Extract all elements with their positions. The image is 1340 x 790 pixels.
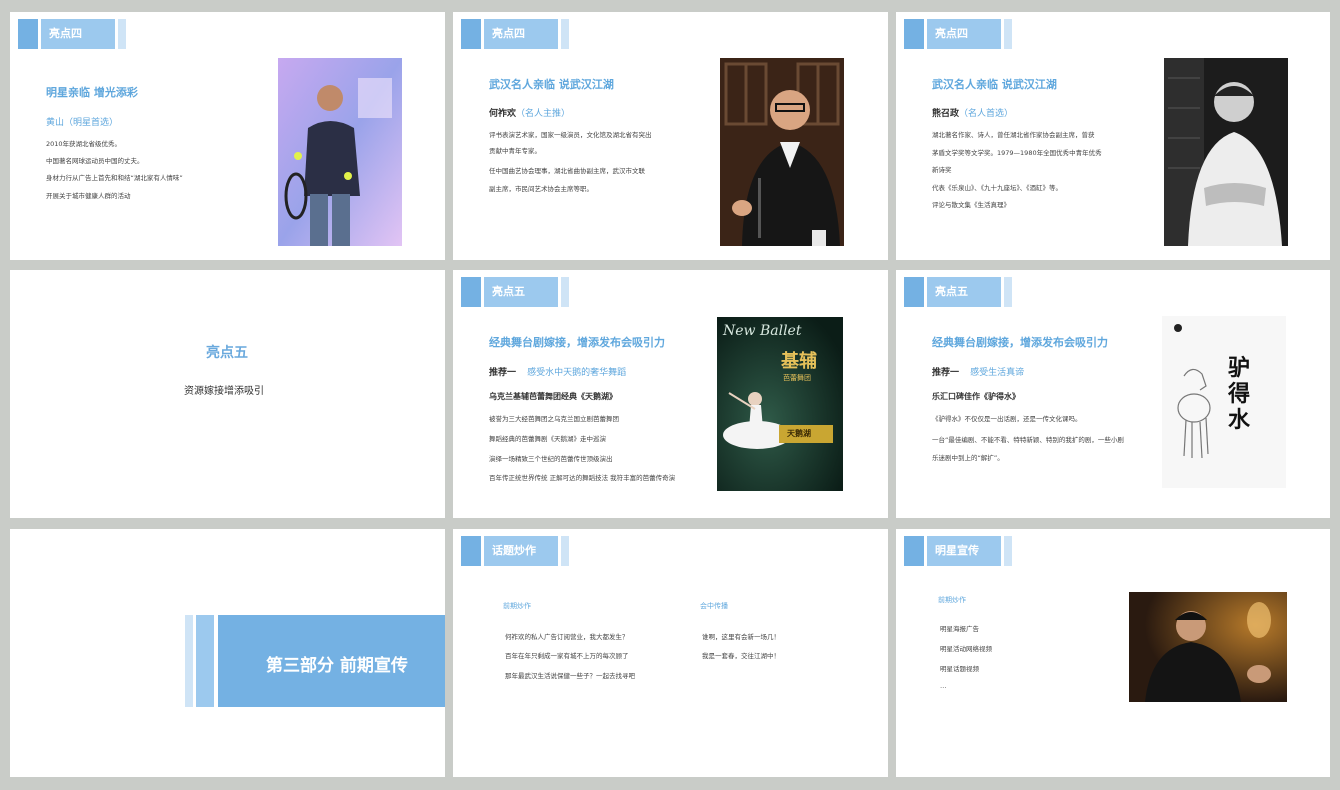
slide-5[interactable]: 亮点五 经典舞台剧嫁接，增添发布会吸引力 推荐一 感受水中天鹅的奢华舞蹈 乌克兰… (453, 270, 888, 518)
body-line: 我是一套春，交往江湖中！ (702, 652, 780, 660)
ballet-poster: New Ballet 基辅 芭蕾舞团 天鹅湖 (717, 317, 843, 491)
part-title: 第三部分 前期宣传 (266, 656, 408, 676)
body-line: 百年传正统世界传统 正解可达的舞蹈技法 我符丰富的芭蕾传奇演 (489, 474, 676, 482)
body-line: 任中国曲艺协会理事，湖北省曲协副主席，武汉市文联 (489, 167, 645, 175)
slide-4[interactable]: 亮点五 资源嫁接增添吸引 (10, 270, 445, 518)
body-line: 舞蹈经典的芭蕾舞剧《天鹅湖》走中巡演 (489, 435, 606, 443)
body-line: 评书表演艺术家，国家一级演员，文化馆及湖北省有突出 (489, 131, 652, 139)
body-line: 开展关于城市健康人群的活动 (46, 192, 131, 200)
slide-9[interactable]: 明星宣传 前期炒作 明星海报广告 明星活动网络视频 明星话题视频 … (896, 529, 1330, 777)
slide-title: 武汉名人亲临 说武汉江湖 (489, 78, 614, 91)
slide-title: 武汉名人亲临 说武汉江湖 (932, 78, 1057, 91)
body-line: 百年在年只剩成一家有城不上万的每次顾了 (505, 652, 629, 660)
person-name-text: 熊召政 (932, 109, 960, 119)
body-line: 身材力行从广告上首先和和结“湖北家有人情味” (46, 174, 183, 182)
drama-poster: 驴得水 (1162, 316, 1286, 488)
celebrity-photo (278, 58, 402, 246)
column-title: 会中传播 (700, 602, 728, 610)
celebrity-photo (1129, 592, 1287, 702)
body-line: 新诗奖 (932, 166, 952, 174)
body-line: 茅盾文学奖等文学奖。1979—1980年全国优秀中青年优秀 (932, 149, 1102, 157)
slide-header: 明星宣传 (904, 536, 1016, 566)
slide-header: 话题炒作 (461, 536, 573, 566)
slide-2[interactable]: 亮点四 武汉名人亲临 说武汉江湖 何祚欢（名人主推） 评书表演艺术家，国家一级演… (453, 12, 888, 260)
poster-title: 基辅 (781, 351, 817, 372)
person-name-text: 何祚欢 (489, 109, 517, 119)
body-line: 乐迷剧中到上的“解扩”。 (932, 454, 1004, 462)
header-label: 话题炒作 (484, 536, 558, 566)
header-label: 亮点四 (484, 19, 558, 49)
slide-6[interactable]: 亮点五 经典舞台剧嫁接，增添发布会吸引力 推荐一 感受生活真谛 乐汇口碑佳作《驴… (896, 270, 1330, 518)
slide-title: 经典舞台剧嫁接，增添发布会吸引力 (489, 336, 665, 349)
person-role: （名人首选） (959, 109, 1014, 119)
body-line: 谁啊，这里有会新一场几！ (702, 633, 780, 641)
person-role: （名人主推） (516, 109, 571, 119)
body-line: 一台“最佳编剧、不能不看、特特新颖、特别的我扩的剧，一些小剧 (932, 436, 1124, 444)
bold-line: 乐汇口碑佳作《驴得水》 (932, 392, 1020, 401)
column-title: 前期炒作 (938, 596, 966, 604)
poster-subtitle: 芭蕾舞团 (783, 374, 811, 382)
slide-8[interactable]: 话题炒作 前期炒作 何祚欢的私人广告订阅营业，我大都发生？ 百年在年只剩成一家有… (453, 529, 888, 777)
body-line: 贡献中青年专家。 (489, 147, 541, 155)
accent-bar (185, 615, 193, 707)
body-line: 评论与散文集《生活真理》 (932, 201, 1010, 209)
header-label: 亮点五 (927, 277, 1001, 307)
slide-7[interactable]: 第三部分 前期宣传 (10, 529, 445, 777)
body-line: 被誉为三大经芭舞团之乌克兰国立剧芭蕾舞团 (489, 415, 619, 423)
slide-1[interactable]: 亮点四 明星亲临 增光添彩 黄山（明星首选） 2010年获湖北省级优秀。 中国著… (10, 12, 445, 260)
poster-script: New Ballet (723, 323, 802, 339)
speaker-photo (720, 58, 844, 246)
header-label: 明星宣传 (927, 536, 1001, 566)
body-line: 明星海报广告 (940, 625, 979, 633)
section-subtitle: 资源嫁接增添吸引 (184, 386, 264, 397)
poster-name: 天鹅湖 (787, 429, 811, 438)
slide-title: 明星亲临 增光添彩 (46, 86, 138, 99)
header-label: 亮点五 (484, 277, 558, 307)
header-label: 亮点四 (41, 19, 115, 49)
body-line: 演绎一场精致三个世纪的芭蕾传世顶级演出 (489, 455, 613, 463)
body-line: 何祚欢的私人广告订阅营业，我大都发生？ (505, 633, 629, 641)
person-name: 熊召政（名人首选） (932, 106, 1013, 119)
recommendation: 推荐一 感受水中天鹅的奢华舞蹈 (489, 365, 626, 378)
slide-header: 亮点四 (18, 19, 130, 49)
recommendation: 推荐一 感受生活真谛 (932, 365, 1024, 378)
body-line: 代表《乐泉山》、《九十九座坛》、《酒缸》等。 (932, 184, 1062, 192)
poster-title: 驴得水 (1228, 356, 1251, 433)
body-line: 那年最武汉生活说保健一些子？一起去找寻吧 (505, 672, 635, 680)
bold-line: 乌克兰基辅芭蕾舞团经典《天鹅湖》 (489, 392, 617, 401)
rec-value: 感受水中天鹅的奢华舞蹈 (527, 368, 627, 378)
column-title: 前期炒作 (503, 602, 531, 610)
slide-header: 亮点五 (904, 277, 1016, 307)
body-line: 副主席，市民间艺术协会主席等职。 (489, 185, 593, 193)
slide-header: 亮点四 (904, 19, 1016, 49)
rec-label: 推荐一 (932, 368, 960, 378)
body-line: 《驴得水》不仅仅是一出话剧，还是一传文化课吗。 (932, 415, 1082, 423)
slide-header: 亮点五 (461, 277, 573, 307)
slide-subtitle: 黄山（明星首选） (46, 118, 119, 128)
accent-bar (196, 615, 214, 707)
slide-title: 经典舞台剧嫁接，增添发布会吸引力 (932, 336, 1108, 349)
rec-value: 感受生活真谛 (970, 368, 1025, 378)
body-line: 2010年获湖北省级优秀。 (46, 140, 122, 148)
body-line: … (940, 682, 947, 690)
section-title: 亮点五 (206, 345, 248, 361)
body-line: 中国著名网球运动员中国的丈夫。 (46, 157, 144, 165)
author-photo (1164, 58, 1288, 246)
slide-3[interactable]: 亮点四 武汉名人亲临 说武汉江湖 熊召政（名人首选） 湖北著名作家、诗人，曾任湖… (896, 12, 1330, 260)
header-label: 亮点四 (927, 19, 1001, 49)
body-line: 明星话题视频 (940, 665, 979, 673)
slide-header: 亮点四 (461, 19, 573, 49)
part-banner: 第三部分 前期宣传 (218, 615, 445, 707)
rec-label: 推荐一 (489, 368, 517, 378)
body-line: 明星活动网络视频 (940, 645, 992, 653)
person-name: 何祚欢（名人主推） (489, 106, 570, 119)
body-line: 湖北著名作家、诗人，曾任湖北省作家协会副主席，曾获 (932, 131, 1095, 139)
